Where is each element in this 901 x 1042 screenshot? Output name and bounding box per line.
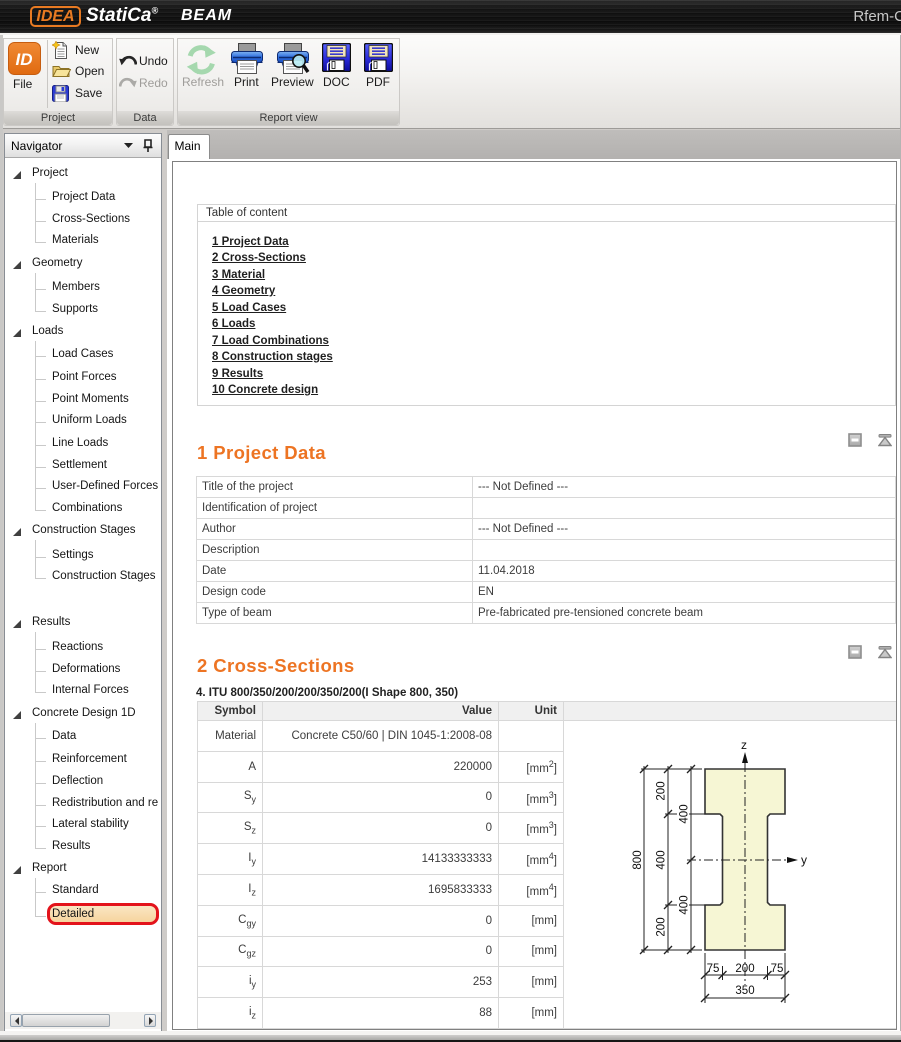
svg-text:800: 800 (632, 850, 644, 869)
svg-text:ID: ID (16, 50, 33, 69)
svg-text:75: 75 (771, 963, 784, 975)
svg-text:400: 400 (679, 895, 691, 914)
svg-text:z: z (741, 738, 747, 752)
svg-text:200: 200 (656, 917, 668, 936)
svg-text:y: y (801, 853, 807, 867)
svg-text:75: 75 (707, 963, 720, 975)
svg-text:200: 200 (656, 781, 668, 800)
svg-text:400: 400 (656, 850, 668, 869)
svg-text:350: 350 (735, 985, 754, 997)
svg-text:200: 200 (735, 963, 754, 975)
svg-text:400: 400 (679, 804, 691, 823)
